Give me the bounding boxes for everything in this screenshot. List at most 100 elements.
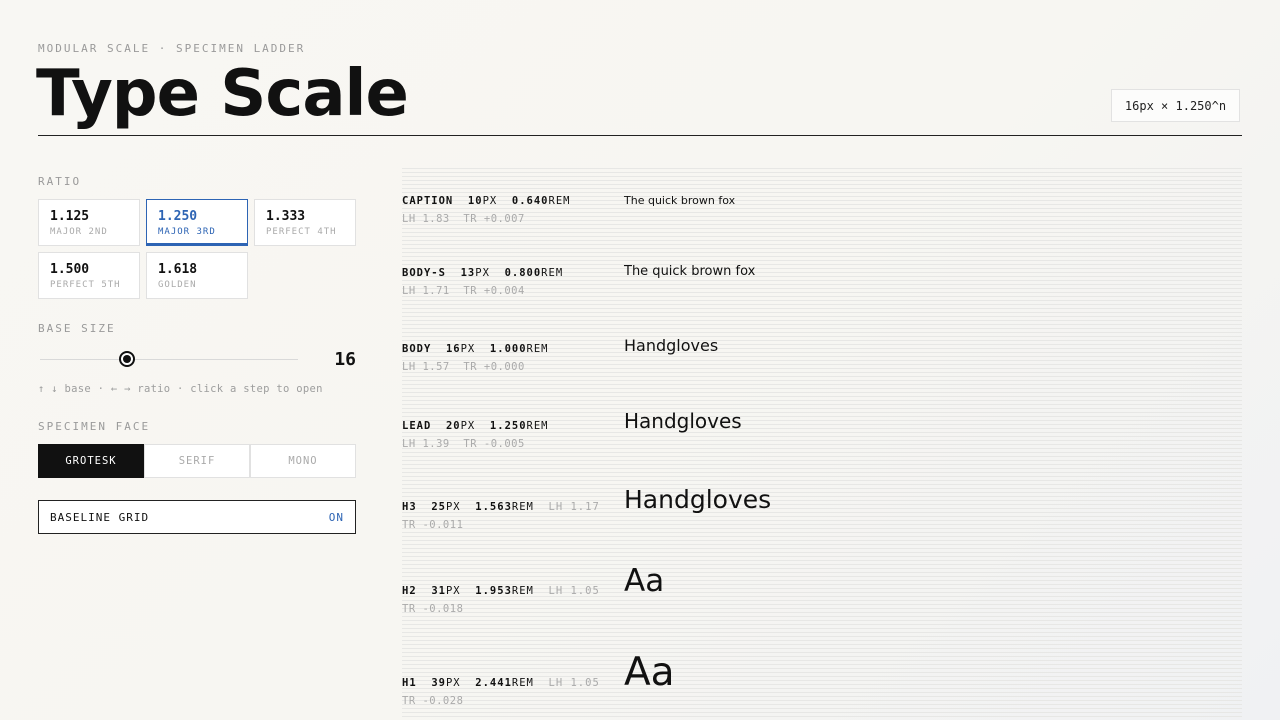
- step-rem-unit: REM: [511, 677, 534, 689]
- step-rem: 1.250: [489, 420, 527, 432]
- ratio-option-perfect-4th[interactable]: 1.333 PERFECT 4TH: [254, 199, 356, 246]
- step-px: 10: [467, 195, 483, 207]
- ratio-option-golden[interactable]: 1.618 GOLDEN: [146, 252, 248, 299]
- ratio-name: PERFECT 5TH: [50, 280, 121, 290]
- step-name: H2: [402, 585, 417, 597]
- scale-step-h3[interactable]: H3 25PX 1.563REM LH 1.17 TR -0.011 Handg…: [402, 485, 1242, 556]
- step-specimen: The quick brown fox: [624, 194, 736, 207]
- ratio-label: RATIO: [38, 175, 82, 188]
- step-px: 31: [431, 585, 446, 597]
- keyboard-hint: ↑ ↓ base · ← → ratio · click a step to o…: [38, 383, 323, 395]
- base-size-slider-track[interactable]: [40, 359, 298, 360]
- step-px-unit: PX: [475, 267, 490, 279]
- ratio-name: PERFECT 4TH: [266, 227, 337, 237]
- scale-step-h2[interactable]: H2 31PX 1.953REM LH 1.05 TR -0.018 Aa: [402, 563, 1242, 640]
- step-px: 20: [445, 420, 461, 432]
- step-line-height: LH 1.83: [402, 213, 450, 225]
- step-name: BODY: [402, 343, 432, 355]
- step-tracking: TR -0.005: [463, 438, 525, 450]
- step-specimen: Handgloves: [624, 409, 742, 433]
- baseline-grid-state: ON: [328, 511, 344, 524]
- step-px-unit: PX: [460, 420, 476, 432]
- step-rem: 0.800: [504, 267, 542, 279]
- step-name: H1: [402, 677, 417, 689]
- step-rem: 1.563: [475, 501, 512, 513]
- scale-step-h1[interactable]: H1 39PX 2.441REM LH 1.05 TR -0.028 Aa: [402, 650, 1242, 720]
- step-tracking: TR +0.004: [463, 285, 525, 297]
- step-meta: H3 25PX 1.563REM LH 1.17: [402, 501, 600, 513]
- step-name: BODY-S: [402, 267, 446, 279]
- ratio-value: 1.618: [158, 262, 198, 277]
- scale-formula-badge: 16px × 1.250^n: [1111, 89, 1240, 122]
- ratio-value: 1.500: [50, 262, 90, 277]
- step-specimen: Handgloves: [624, 485, 772, 514]
- step-rem-unit: REM: [541, 267, 564, 279]
- base-size-value: 16: [334, 349, 356, 370]
- scale-step-body-s[interactable]: BODY-S 13PX 0.800REM LH 1.71 TR +0.004 T…: [402, 262, 1242, 322]
- step-name: LEAD: [402, 420, 432, 432]
- step-px: 16: [445, 343, 461, 355]
- step-rem: 1.000: [489, 343, 527, 355]
- step-name: H3: [402, 501, 417, 513]
- step-sub: LH 1.83 TR +0.007: [402, 213, 525, 225]
- step-name: CAPTION: [402, 195, 454, 207]
- ratio-value: 1.333: [266, 209, 306, 224]
- step-tracking: TR +0.000: [463, 361, 525, 373]
- step-line-height: LH 1.05: [548, 585, 600, 597]
- step-meta: H1 39PX 2.441REM LH 1.05: [402, 677, 600, 689]
- step-px-unit: PX: [445, 677, 461, 689]
- face-option-grotesk[interactable]: GROTESK: [38, 444, 144, 478]
- step-specimen: Aa: [624, 563, 665, 599]
- step-rem: 2.441: [475, 677, 512, 689]
- scale-step-caption[interactable]: CAPTION 10PX 0.640REM LH 1.83 TR +0.007 …: [402, 190, 1242, 250]
- step-meta: BODY 16PX 1.000REM: [402, 343, 549, 355]
- ratio-option-major-2nd[interactable]: 1.125 MAJOR 2ND: [38, 199, 140, 246]
- ratio-name: MAJOR 3RD: [158, 227, 216, 237]
- face-option-serif[interactable]: SERIF: [144, 444, 250, 478]
- step-px-unit: PX: [445, 501, 461, 513]
- step-tracking: TR +0.007: [463, 213, 525, 225]
- step-line-height: LH 1.39: [402, 438, 450, 450]
- step-tracking: TR -0.028: [402, 695, 464, 707]
- step-px-unit: PX: [445, 585, 461, 597]
- step-meta: LEAD 20PX 1.250REM: [402, 420, 549, 432]
- specimen-face-label: SPECIMEN FACE: [38, 420, 151, 433]
- step-line-height: LH 1.05: [548, 677, 600, 689]
- scale-step-body[interactable]: BODY 16PX 1.000REM LH 1.57 TR +0.000 Han…: [402, 336, 1242, 398]
- face-option-mono[interactable]: MONO: [250, 444, 356, 478]
- ratio-value: 1.250: [158, 209, 198, 224]
- page-title: Type Scale: [36, 57, 409, 131]
- step-rem-unit: REM: [511, 501, 534, 513]
- step-tracking: TR -0.011: [402, 519, 464, 531]
- step-px: 25: [431, 501, 446, 513]
- baseline-grid-toggle[interactable]: BASELINE GRID ON: [38, 500, 356, 534]
- step-sub: LH 1.71 TR +0.004: [402, 285, 525, 297]
- step-rem-unit: REM: [526, 343, 549, 355]
- step-line-height: LH 1.71: [402, 285, 450, 297]
- step-meta: H2 31PX 1.953REM LH 1.05: [402, 585, 600, 597]
- step-line-height: LH 1.17: [548, 501, 600, 513]
- step-rem: 1.953: [475, 585, 512, 597]
- step-rem-unit: REM: [548, 195, 571, 207]
- baseline-grid-label: BASELINE GRID: [50, 511, 150, 524]
- header-divider: [38, 135, 1242, 136]
- ratio-option-major-3rd[interactable]: 1.250 MAJOR 3RD: [146, 199, 248, 246]
- step-meta: CAPTION 10PX 0.640REM: [402, 195, 570, 207]
- step-px: 39: [431, 677, 446, 689]
- step-rem-unit: REM: [526, 420, 549, 432]
- step-meta: BODY-S 13PX 0.800REM: [402, 267, 563, 279]
- step-sub: LH 1.57 TR +0.000: [402, 361, 525, 373]
- step-line-height: LH 1.57: [402, 361, 450, 373]
- base-size-slider-handle[interactable]: [119, 351, 135, 367]
- step-specimen: The quick brown fox: [624, 264, 756, 279]
- step-px-unit: PX: [460, 343, 476, 355]
- ratio-name: MAJOR 2ND: [50, 227, 108, 237]
- step-px: 13: [460, 267, 476, 279]
- ratio-name: GOLDEN: [158, 280, 197, 290]
- step-px-unit: PX: [482, 195, 498, 207]
- base-size-label: BASE SIZE: [38, 322, 116, 335]
- step-rem: 0.640: [511, 195, 549, 207]
- ratio-option-perfect-5th[interactable]: 1.500 PERFECT 5TH: [38, 252, 140, 299]
- scale-step-lead[interactable]: LEAD 20PX 1.250REM LH 1.39 TR -0.005 Han…: [402, 409, 1242, 475]
- step-tracking: TR -0.018: [402, 603, 464, 615]
